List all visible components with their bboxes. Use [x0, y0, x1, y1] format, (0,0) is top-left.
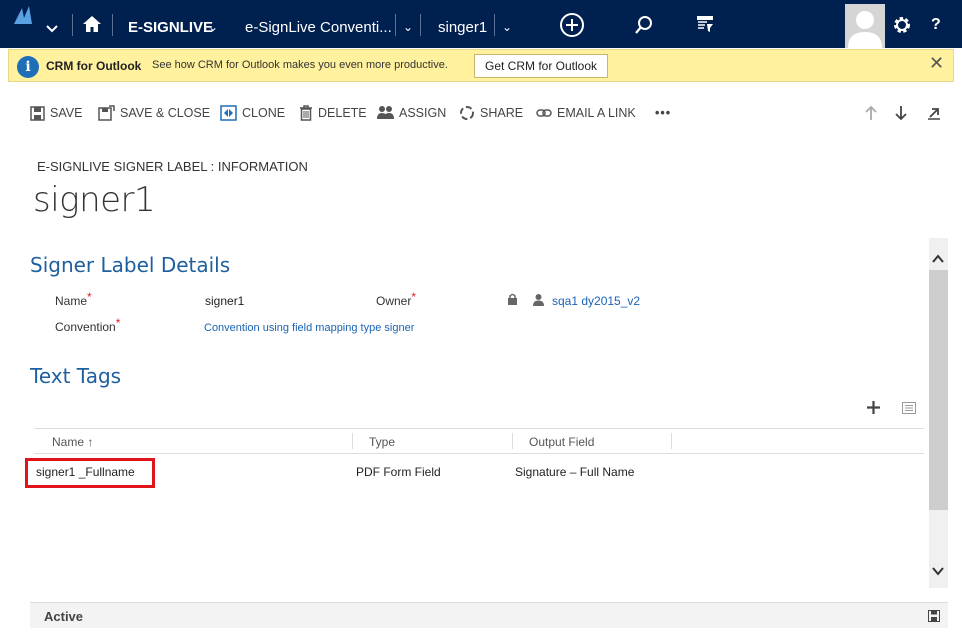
add-record-icon[interactable] [866, 400, 881, 415]
breadcrumb-entity[interactable]: e-SignLive Conventi... [245, 19, 392, 36]
home-icon[interactable] [82, 15, 102, 33]
get-crm-outlook-button[interactable]: Get CRM for Outlook [474, 54, 608, 78]
arrow-down-icon[interactable] [894, 105, 908, 121]
name-label-text: Name [55, 294, 88, 308]
user-silhouette-icon [848, 11, 882, 48]
clone-icon [220, 105, 237, 121]
delete-button[interactable]: DELETE [299, 104, 367, 122]
breadcrumb-record[interactable]: singer1 [438, 19, 487, 36]
convention-lookup-link[interactable]: Convention using field mapping type sign… [204, 322, 414, 334]
notification-bar: i CRM for Outlook See how CRM for Outloo… [8, 49, 954, 82]
save-close-icon [98, 105, 115, 121]
email-link-label: EMAIL A LINK [557, 106, 636, 120]
email-link-button[interactable]: EMAIL A LINK [536, 104, 636, 122]
notification-title: CRM for Outlook [46, 59, 142, 73]
save-button[interactable]: SAVE [30, 104, 82, 122]
row-type-cell[interactable]: PDF Form Field [356, 465, 441, 479]
assign-people-icon [377, 106, 394, 119]
owner-label-text: Owner [376, 294, 412, 308]
save-icon [30, 105, 45, 121]
owner-lookup-link[interactable]: sqa1 dy2015_v2 [552, 294, 640, 308]
search-icon[interactable] [634, 15, 654, 35]
record-status: Active [44, 609, 84, 624]
save-label: SAVE [50, 106, 83, 120]
save-close-label: SAVE & CLOSE [120, 106, 211, 120]
share-button[interactable]: SHARE [459, 104, 523, 122]
chevron-down-icon[interactable]: ⌄ [502, 20, 512, 34]
save-icon[interactable] [928, 610, 940, 622]
link-icon [536, 109, 552, 117]
assign-label: ASSIGN [399, 106, 447, 120]
trash-icon [300, 105, 312, 121]
dynamics-logo-icon [14, 6, 58, 33]
column-header-output-field[interactable]: Output Field [529, 435, 594, 449]
arrow-up-icon[interactable] [864, 105, 878, 121]
chevron-down-icon[interactable]: ⌄ [403, 20, 413, 34]
section-text-tags: Text Tags [30, 364, 122, 388]
row-output-cell[interactable]: Signature – Full Name [515, 465, 634, 479]
app-name[interactable]: E-SIGNLIVE [128, 19, 213, 36]
clone-label: CLONE [242, 106, 286, 120]
save-and-close-button[interactable]: SAVE & CLOSE [98, 104, 210, 122]
column-header-type[interactable]: Type [369, 435, 395, 449]
clone-button[interactable]: CLONE [220, 104, 285, 122]
create-new-icon[interactable] [559, 12, 585, 38]
info-icon: i [17, 56, 39, 78]
help-icon[interactable]: ? [931, 16, 941, 34]
name-field[interactable]: signer1 [205, 294, 244, 308]
required-mark: * [115, 316, 121, 330]
chevron-down-icon[interactable]: ⌄ [208, 20, 218, 34]
convention-label: Convention* [55, 316, 120, 334]
advanced-find-icon[interactable] [695, 14, 715, 34]
row-name-cell[interactable]: signer1 _Fullname [36, 465, 135, 479]
owner-label: Owner* [376, 290, 416, 308]
delete-label: DELETE [318, 106, 367, 120]
notification-message: See how CRM for Outlook makes you even m… [152, 59, 448, 71]
assign-button[interactable]: ASSIGN [377, 104, 446, 122]
record-title: signer1 [33, 180, 156, 220]
required-mark: * [87, 290, 92, 304]
lock-icon [508, 293, 517, 305]
popout-icon[interactable] [927, 106, 941, 120]
crm-window: E-SIGNLIVE ⌄ e-SignLive Conventi... ⌄ si… [0, 0, 962, 640]
form-breadcrumb: E-SIGNLIVE SIGNER LABEL : INFORMATION [37, 159, 308, 174]
column-header-name[interactable]: Name ↑ [52, 435, 93, 449]
close-icon[interactable]: ✕ [929, 53, 944, 74]
section-signer-label-details: Signer Label Details [30, 253, 231, 277]
scroll-down-icon[interactable] [931, 565, 945, 577]
user-avatar[interactable] [845, 4, 885, 48]
gear-icon[interactable] [892, 15, 912, 35]
share-icon [460, 106, 474, 120]
more-commands-button[interactable]: ••• [655, 104, 671, 122]
scroll-up-icon[interactable] [931, 253, 945, 265]
top-navigation-bar: E-SIGNLIVE ⌄ e-SignLive Conventi... ⌄ si… [0, 0, 962, 48]
grid-header: Name ↑ Type Output Field [34, 428, 924, 454]
name-label: Name* [55, 290, 92, 308]
share-label: SHARE [480, 106, 524, 120]
scrollbar-thumb[interactable] [929, 270, 948, 510]
required-mark: * [411, 290, 417, 304]
dynamics-logo-menu[interactable] [0, 0, 70, 48]
status-footer: Active [30, 602, 948, 628]
view-records-icon[interactable] [902, 402, 916, 414]
user-icon [533, 294, 544, 306]
convention-label-text: Convention [55, 320, 116, 334]
